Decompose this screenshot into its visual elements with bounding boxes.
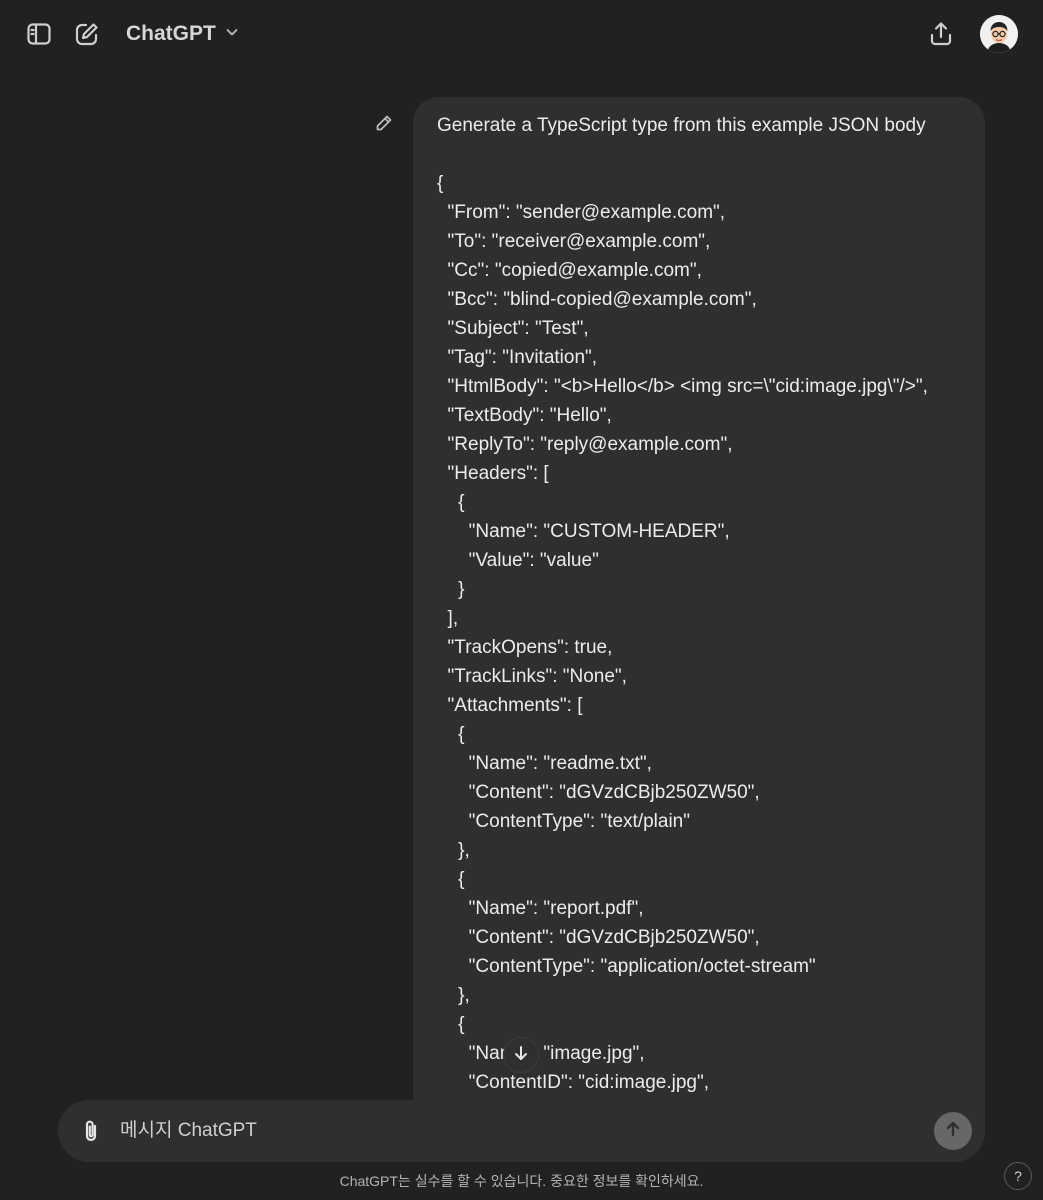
- sidebar-toggle-icon[interactable]: [22, 17, 56, 51]
- message-line: "TrackOpens": true,: [437, 637, 613, 658]
- message-line: ],: [437, 608, 459, 629]
- message-input[interactable]: [120, 1116, 910, 1146]
- message-line: Generate a TypeScript type from this exa…: [437, 115, 926, 136]
- message-line: "To": "receiver@example.com",: [437, 231, 711, 252]
- message-line: "Name": "readme.txt",: [437, 753, 652, 774]
- message-line: "Subject": "Test",: [437, 318, 589, 339]
- message-line: "From": "sender@example.com",: [437, 202, 726, 223]
- help-button[interactable]: ?: [1004, 1162, 1032, 1190]
- message-line: {: [437, 1014, 465, 1035]
- send-button[interactable]: [934, 1112, 972, 1150]
- user-avatar[interactable]: [980, 15, 1018, 53]
- message-line: "TrackLinks": "None",: [437, 666, 627, 687]
- new-chat-icon[interactable]: [70, 17, 104, 51]
- message-line: },: [437, 840, 470, 861]
- message-line: "Content": "dGVzdCBjb250ZW50",: [437, 927, 760, 948]
- message-line: "ContentType": "text/plain": [437, 811, 690, 832]
- chat-page: ChatGPT Generate a TypeScript type from …: [0, 0, 1043, 1200]
- message-line: "Bcc": "blind-copied@example.com",: [437, 289, 757, 310]
- arrow-down-icon: [512, 1044, 530, 1067]
- message-line: "TextBody": "Hello",: [437, 405, 612, 426]
- app-title: ChatGPT: [126, 22, 216, 45]
- chevron-down-icon: [224, 24, 240, 45]
- message-line: "Cc": "copied@example.com",: [437, 260, 702, 281]
- message-line: "Content": "dGVzdCBjb250ZW50",: [437, 782, 760, 803]
- message-line: "ReplyTo": "reply@example.com",: [437, 434, 733, 455]
- message-line: [437, 140, 965, 169]
- message-line: {: [437, 724, 465, 745]
- message-line: {: [437, 492, 465, 513]
- message-line: "Tag": "Invitation",: [437, 347, 598, 368]
- message-line: "ContentType": "application/octet-stream…: [437, 956, 816, 977]
- attach-file-icon[interactable]: [74, 1114, 108, 1148]
- message-line: "Name": "report.pdf",: [437, 898, 644, 919]
- message-line: }: [437, 579, 465, 600]
- user-message-bubble: Generate a TypeScript type from this exa…: [413, 97, 985, 1137]
- model-switcher[interactable]: ChatGPT: [118, 16, 248, 52]
- message-line: "Name": "CUSTOM-HEADER",: [437, 521, 730, 542]
- message-line: {: [437, 173, 444, 194]
- message-line: "Value": "value": [437, 550, 599, 571]
- scroll-to-bottom-button[interactable]: [503, 1037, 539, 1073]
- message-text: Generate a TypeScript type from this exa…: [413, 97, 985, 1097]
- arrow-up-icon: [943, 1119, 963, 1144]
- message-line: },: [437, 985, 470, 1006]
- disclaimer-text: ChatGPT는 실수를 할 수 있습니다. 중요한 정보를 확인하세요.: [339, 1173, 704, 1189]
- top-bar: ChatGPT: [0, 0, 1043, 70]
- message-line: "Attachments": [: [437, 695, 583, 716]
- edit-message-icon[interactable]: [367, 106, 401, 140]
- message-line: "Headers": [: [437, 463, 549, 484]
- share-icon[interactable]: [924, 17, 958, 51]
- message-line: {: [437, 869, 465, 890]
- message-line: "HtmlBody": "<b>Hello</b> <img src=\"cid…: [437, 376, 928, 397]
